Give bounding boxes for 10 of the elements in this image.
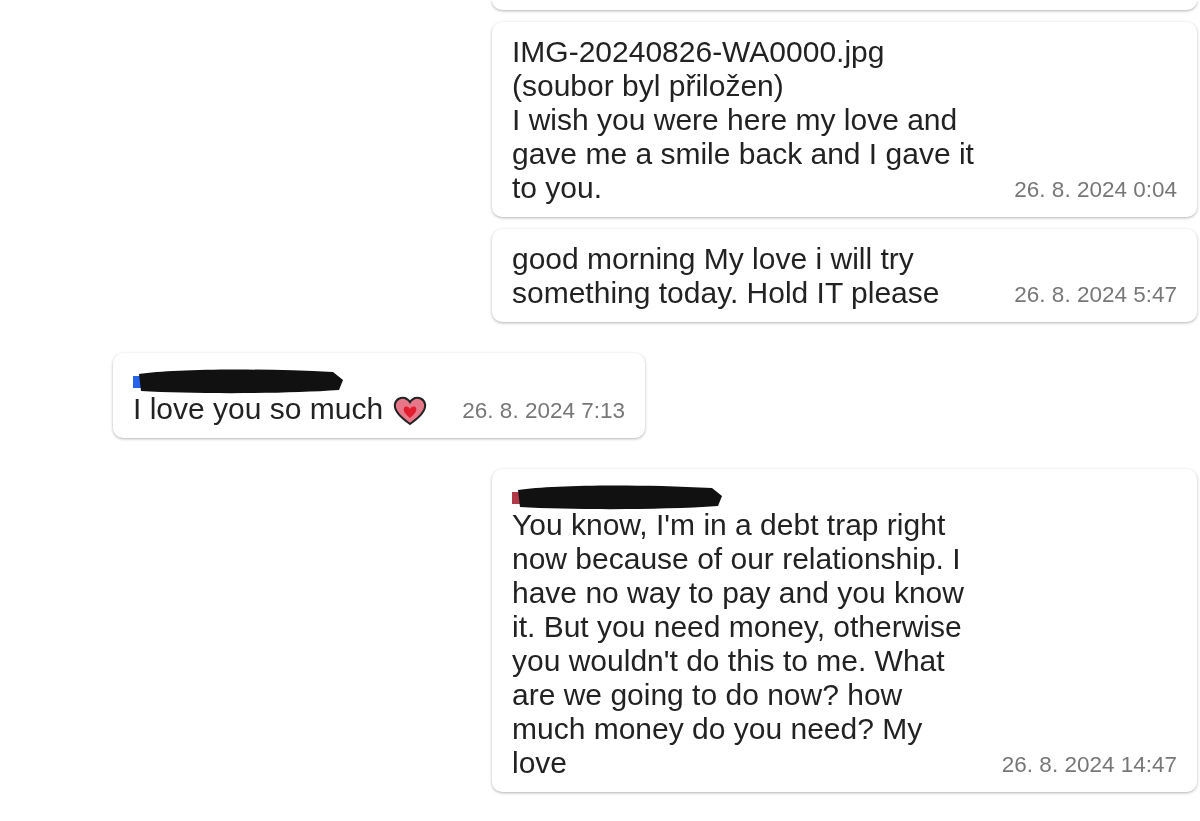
message-time: 26. 8. 2024 0:04 [1014,176,1177,204]
message-text: (soubor byl přiložen) [512,69,784,102]
message-text: good morning My love i will try something today. Hold IT please [512,242,940,309]
message-time: 26. 8. 2024 14:47 [1001,751,1177,780]
message-text: I wish you were here my love and gave me a smile back and I gave it to you. [512,103,974,204]
message-time: 26. 8. 2024 5:47 [1014,281,1177,309]
message-text: You know, I'm in a debt trap right now because of our relationship. I have no way to pay and you know it. But you need money, otherwise you wouldn't do this to me. What are we going to do now? how much money do you need? My love [512,508,964,780]
message-text: I love you so much [133,392,384,425]
message-time: 26. 8. 2024 7:13 [462,397,625,426]
message-text: IMG-20240826-WA0000.jpg [512,35,885,68]
